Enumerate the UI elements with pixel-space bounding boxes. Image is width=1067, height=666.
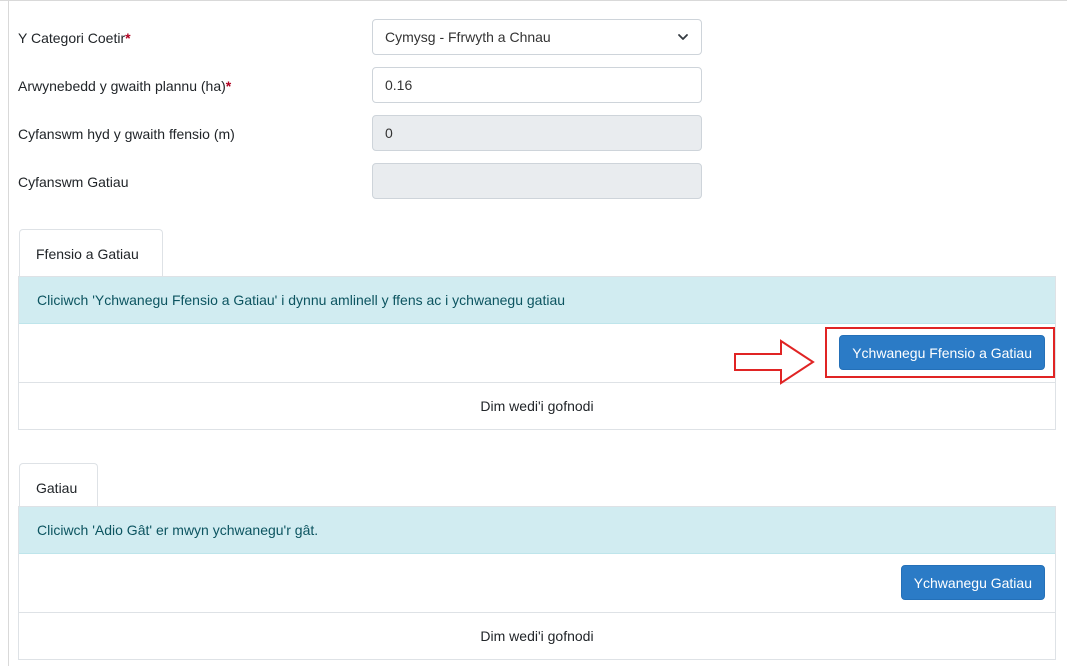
required-mark: * [225, 78, 232, 94]
gates-total-row: Cyfanswm Gatiau [18, 163, 718, 201]
empty-text: Dim wedi'i gofnodi [480, 398, 594, 414]
planting-area-label: Arwynebedd y gwaith plannu (ha)* [18, 78, 232, 94]
fencing-empty-row: Dim wedi'i gofnodi [19, 383, 1055, 429]
tab-label: Gatiau [36, 479, 78, 496]
tab-fencing-and-gates[interactable]: Ffensio a Gatiau [19, 229, 163, 277]
top-border [0, 0, 1067, 1]
gates-total-field [372, 163, 702, 199]
planting-area-value: 0.16 [385, 77, 413, 93]
fencing-total-value: 0 [385, 125, 393, 141]
gates-info-alert: Cliciwch 'Adio Gât' er mwyn ychwanegu'r … [19, 507, 1055, 554]
category-select-value: Cymysg - Ffrwyth a Chnau [385, 29, 551, 45]
category-row: Y Categori Coetir* Cymysg - Ffrwyth a Ch… [18, 19, 718, 57]
gates-info-text: Cliciwch 'Adio Gât' er mwyn ychwanegu'r … [37, 522, 319, 538]
planting-area-input[interactable]: 0.16 [372, 67, 702, 103]
planting-area-row: Arwynebedd y gwaith plannu (ha)* 0.16 [18, 67, 718, 105]
highlight-box [825, 327, 1055, 378]
fencing-total-label: Cyfanswm hyd y gwaith ffensio (m) [18, 126, 235, 142]
fencing-info-text: Cliciwch 'Ychwanegu Ffensio a Gatiau' i … [37, 292, 566, 308]
gates-empty-row: Dim wedi'i gofnodi [19, 613, 1055, 659]
fencing-total-field: 0 [372, 115, 702, 151]
left-border [8, 0, 9, 666]
chevron-down-icon [678, 34, 688, 40]
tab-gates[interactable]: Gatiau [19, 463, 98, 511]
arrow-right-icon [734, 339, 815, 385]
empty-text: Dim wedi'i gofnodi [480, 628, 594, 644]
fencing-info-alert: Cliciwch 'Ychwanegu Ffensio a Gatiau' i … [19, 277, 1055, 324]
category-label: Y Categori Coetir* [18, 30, 131, 46]
tab-label: Ffensio a Gatiau [36, 245, 139, 262]
fencing-total-row: Cyfanswm hyd y gwaith ffensio (m) 0 [18, 115, 718, 153]
gates-panel: Cliciwch 'Adio Gât' er mwyn ychwanegu'r … [18, 506, 1056, 660]
gates-total-label: Cyfanswm Gatiau [18, 174, 129, 190]
gates-toolbar: Ychwanegu Gatiau [19, 554, 1055, 613]
add-gates-button[interactable]: Ychwanegu Gatiau [900, 565, 1045, 600]
required-mark: * [125, 30, 131, 46]
category-select[interactable]: Cymysg - Ffrwyth a Chnau [372, 19, 702, 55]
